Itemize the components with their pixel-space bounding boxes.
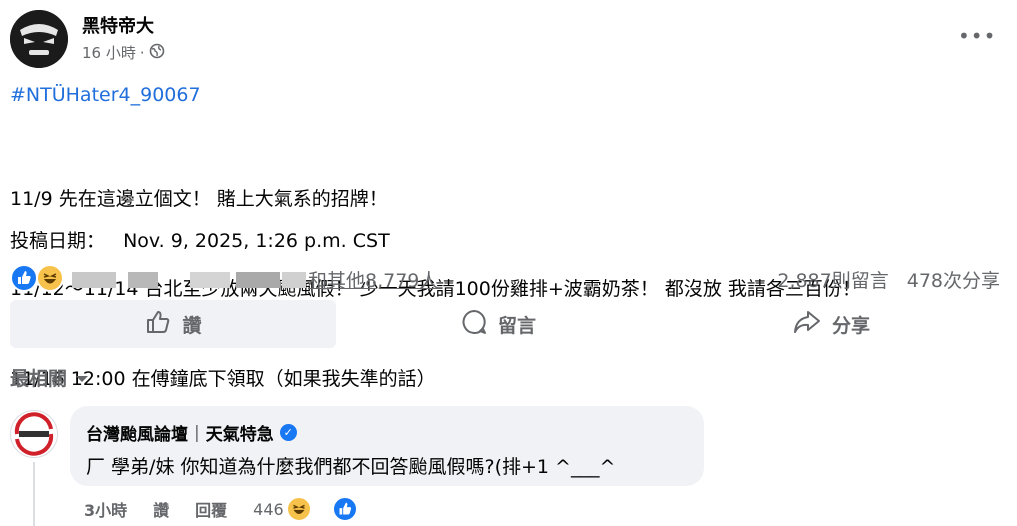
verified-badge-icon: ✓ (279, 424, 297, 441)
comment-label: 留言 (498, 314, 537, 337)
comment-like-button[interactable]: 讚 (153, 497, 169, 521)
comment-footer: 3小時 讚 回覆 446 (84, 496, 384, 522)
comment-bubble-icon (460, 308, 488, 341)
comment-time[interactable]: 3小時 (84, 497, 127, 521)
like-label: 讚 (182, 314, 202, 337)
comment-author-suffix[interactable]: 天氣特急 (206, 420, 274, 445)
comment-count[interactable]: 2,887則留言 (777, 266, 888, 293)
author-separator: | (194, 422, 200, 443)
haha-reaction-icon (285, 496, 312, 522)
commenter-avatar[interactable] (10, 410, 58, 458)
like-reaction-icon[interactable] (10, 264, 38, 292)
blurred-name (236, 272, 280, 288)
haha-reaction-icon[interactable] (36, 264, 64, 292)
comment-button[interactable]: 留言 (460, 300, 536, 348)
post-date-label: 投稿日期： (10, 230, 106, 252)
like-button[interactable]: 讚 (10, 300, 336, 348)
post-time[interactable]: 16 小時 (82, 42, 136, 63)
sort-label: 最相關 (10, 368, 68, 390)
thumbs-up-icon (144, 308, 172, 341)
reaction-summary: 和其他8,779人 2,887則留言 478次分享 (10, 264, 1000, 294)
comment-author-row: 台灣颱風論壇 | 天氣特急 ✓ (86, 420, 297, 445)
caret-down-icon (75, 367, 89, 389)
like-reaction-icon (331, 496, 358, 522)
post-date-value: Nov. 9, 2025, 1:26 p.m. CST (123, 230, 390, 252)
comment-reactions[interactable]: 446 (253, 496, 384, 522)
post-line: 11/9 先在這邊立個文！ 賭上大氣系的招牌！ (10, 188, 388, 210)
comment-reply-button[interactable]: 回覆 (195, 497, 227, 521)
blurred-name (282, 272, 306, 288)
post-date: 投稿日期： Nov. 9, 2025, 1:26 p.m. CST (10, 226, 390, 253)
blurred-name (72, 272, 116, 288)
page-avatar[interactable] (10, 10, 68, 68)
blurred-name (128, 272, 158, 288)
reaction-count[interactable]: 和其他8,779人 (308, 266, 438, 293)
share-button[interactable]: 分享 (792, 300, 870, 348)
comment-bubble: 台灣颱風論壇 | 天氣特急 ✓ 厂 學弟/妹 你知道為什麼我們都不回答颱風假嗎?… (70, 406, 704, 486)
more-options-icon[interactable]: ••• (958, 24, 996, 48)
post-stats: 2,887則留言 478次分享 (777, 266, 1000, 293)
comment-reaction-count: 446 (253, 499, 284, 519)
post-meta: 16 小時 · (82, 42, 165, 63)
action-bar: 讚 留言 分享 (10, 300, 1000, 348)
comment-author[interactable]: 台灣颱風論壇 (86, 420, 188, 445)
post-hashtag[interactable]: #NTÜHater4_90067 (10, 84, 201, 106)
meta-dot: · (139, 43, 145, 62)
thread-line (33, 462, 35, 526)
blurred-name (190, 272, 230, 288)
share-count[interactable]: 478次分享 (907, 266, 1000, 293)
share-arrow-icon (792, 308, 822, 341)
globe-icon (149, 43, 165, 63)
share-label: 分享 (832, 314, 871, 337)
comment-sort-dropdown[interactable]: 最相關 (10, 364, 89, 391)
page-name[interactable]: 黑特帝大 (82, 12, 154, 38)
post-line: 11/16 12:00 在傅鐘底下領取（如果我失準的話） (10, 368, 436, 390)
comment-text: 厂 學弟/妹 你知道為什麼我們都不回答颱風假嗎?(排+1 ^___^ (86, 456, 616, 478)
